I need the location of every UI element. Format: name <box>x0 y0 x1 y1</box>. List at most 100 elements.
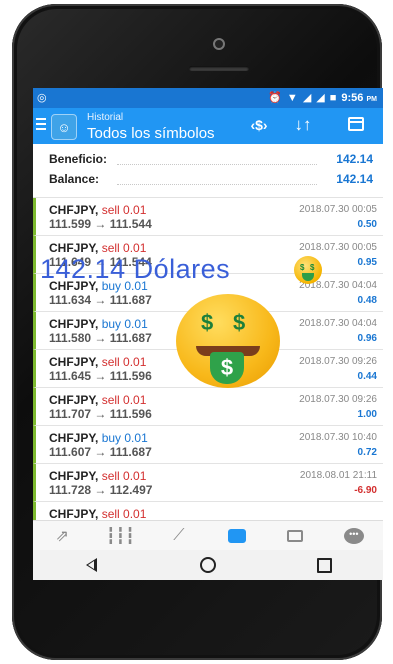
deal-symbol: CHFJPY, buy 0.01 <box>49 431 148 445</box>
deal-symbol: CHFJPY, sell 0.01 <box>49 203 146 217</box>
deal-prices: 111.728 → 112.497 <box>49 483 153 497</box>
history-icon <box>228 529 247 543</box>
tab-chat[interactable]: ••• <box>339 524 369 548</box>
tab-history[interactable] <box>222 524 252 548</box>
news-icon <box>287 530 304 542</box>
deal-symbol: CHFJPY, buy 0.01 <box>49 317 148 331</box>
deal-time: 2018.08.01 21:11 <box>299 470 377 481</box>
bottom-tab-bar: ⇗ ┇┇┇ ⟋ ••• <box>33 520 383 551</box>
profit-value: 142.14 <box>336 152 373 166</box>
earpiece-speaker <box>189 66 249 71</box>
deposit-button[interactable]: ‹$› <box>246 114 272 136</box>
deal-symbol-name: CHFJPY, <box>49 203 99 217</box>
deal-row[interactable]: CHFJPY, sell 0.01 111.599 → 111.544 2018.0… <box>33 198 383 236</box>
deal-profit: 0.50 <box>357 219 377 230</box>
emoji-eye-right: $ <box>310 263 315 272</box>
overlay-caption: 142.14 Dólares <box>40 254 231 284</box>
deal-row[interactable]: CHFJPY, sell 0.01 111.728 → 112.497 2018.0… <box>33 464 383 502</box>
battery-icon: ■ <box>329 92 337 104</box>
emoji-eye-left: $ <box>201 310 214 335</box>
trade-icon: ⟋ <box>173 527 185 544</box>
android-nav-bar <box>33 550 383 580</box>
quotes-icon: ⇗ <box>55 528 69 545</box>
tab-trade[interactable]: ⟋ <box>164 524 194 548</box>
profit-label: Beneficio: <box>49 152 108 166</box>
hamburger-menu-icon[interactable] <box>36 118 46 133</box>
deal-prices: 111.634 → 111.687 <box>49 293 152 307</box>
tab-quotes[interactable]: ⇗ <box>47 524 77 548</box>
deal-row[interactable]: CHFJPY, sell 0.01 111.707 → 111.596 2018.0… <box>33 388 383 426</box>
deal-side: sell 0.01 <box>101 203 147 217</box>
deal-time: 2018.07.30 04:04 <box>299 318 377 329</box>
deal-time: 2018.07.30 09:26 <box>299 356 377 367</box>
deal-side: buy 0.01 <box>101 431 148 445</box>
deal-profit: -6.90 <box>354 485 377 496</box>
deal-profit: 0.95 <box>357 257 377 268</box>
deal-symbol: CHFJPY, sell 0.01 <box>49 393 146 407</box>
balance-value: 142.14 <box>336 172 373 186</box>
emoji-tongue <box>302 273 314 281</box>
wifi-icon: ▼ <box>286 92 298 104</box>
status-icons: ⏰ ▼ ◢ ◢ ■ 9:56 PM <box>268 91 377 105</box>
deal-symbol: CHFJPY, sell 0.01 <box>49 507 146 520</box>
deal-symbol: CHFJPY, sell 0.01 <box>49 355 146 369</box>
recents-square-icon <box>317 557 333 573</box>
home-circle-icon <box>199 557 216 573</box>
balance-row: Balance: 142.14 <box>49 172 377 192</box>
deal-side: sell 0.01 <box>101 469 147 483</box>
deal-symbol-name: CHFJPY, <box>49 393 99 407</box>
tab-chart[interactable]: ┇┇┇ <box>105 524 135 548</box>
sort-icon: ↓↑ <box>294 115 312 134</box>
tab-news[interactable] <box>280 524 310 548</box>
emoji-tongue: $ <box>210 352 244 384</box>
deal-symbol-name: CHFJPY, <box>49 355 99 369</box>
chat-icon: ••• <box>343 528 364 544</box>
signal-icon: ◢ <box>302 92 312 104</box>
emoji-eye-left: $ <box>300 263 305 272</box>
deal-prices: 111.707 → 111.596 <box>49 407 152 421</box>
front-camera <box>213 38 225 50</box>
deal-side: sell 0.01 <box>101 241 147 255</box>
deal-time: 2018.07.30 09:26 <box>299 394 377 405</box>
dotted-leader <box>117 184 317 185</box>
deal-profit: 0.72 <box>357 447 377 458</box>
back-button[interactable] <box>76 554 106 576</box>
deal-profit: 0.96 <box>357 333 377 344</box>
status-ampm: PM <box>366 96 378 103</box>
status-bar: ◎ ⏰ ▼ ◢ ◢ ■ 9:56 PM <box>33 88 383 108</box>
deal-side: sell 0.01 <box>101 393 147 407</box>
deal-prices: 111.645 → 111.596 <box>49 369 152 383</box>
app-logo-icon: ☺ <box>51 114 77 140</box>
profit-row: Beneficio: 142.14 <box>49 152 377 172</box>
deal-row[interactable]: CHFJPY, buy 0.01 111.607 → 111.687 2018.07… <box>33 426 383 464</box>
deal-prices: 111.607 → 111.687 <box>49 445 152 459</box>
deal-symbol-name: CHFJPY, <box>49 507 99 520</box>
home-button[interactable] <box>193 554 223 576</box>
instagram-icon: ◎ <box>37 92 47 104</box>
calendar-button[interactable] <box>343 114 369 138</box>
deal-profit: 1.00 <box>357 409 377 420</box>
deal-profit: 0.44 <box>357 371 377 382</box>
sort-button[interactable]: ↓↑ <box>290 114 316 136</box>
status-time-value: 9:56 <box>341 92 364 104</box>
app-bar-title[interactable]: Todos los símbolos <box>87 125 215 142</box>
balance-label: Balance: <box>49 172 100 186</box>
recents-button[interactable] <box>310 554 340 576</box>
deal-time: 2018.07.30 00:05 <box>299 204 377 215</box>
deal-side: buy 0.01 <box>101 317 148 331</box>
dotted-leader <box>117 164 317 165</box>
emoji-eye-right: $ <box>233 310 246 335</box>
chart-icon: ┇┇┇ <box>106 528 135 545</box>
back-triangle-icon <box>85 558 97 572</box>
app-bar-subtitle: Historial <box>87 112 124 123</box>
deal-prices: 111.599 → 111.544 <box>49 217 152 231</box>
deal-row[interactable]: CHFJPY, sell 0.01 <box>33 502 383 520</box>
deal-symbol-name: CHFJPY, <box>49 317 99 331</box>
deal-symbol: CHFJPY, sell 0.01 <box>49 241 146 255</box>
alarm-icon: ⏰ <box>268 92 282 104</box>
deal-symbol-name: CHFJPY, <box>49 469 99 483</box>
deal-time: 2018.07.30 10:40 <box>299 432 377 443</box>
status-time: 9:56 PM <box>341 92 377 104</box>
app-bar: ☺ Historial Todos los símbolos ‹$› ↓↑ <box>33 108 383 144</box>
deal-prices: 111.580 → 111.687 <box>49 331 152 345</box>
